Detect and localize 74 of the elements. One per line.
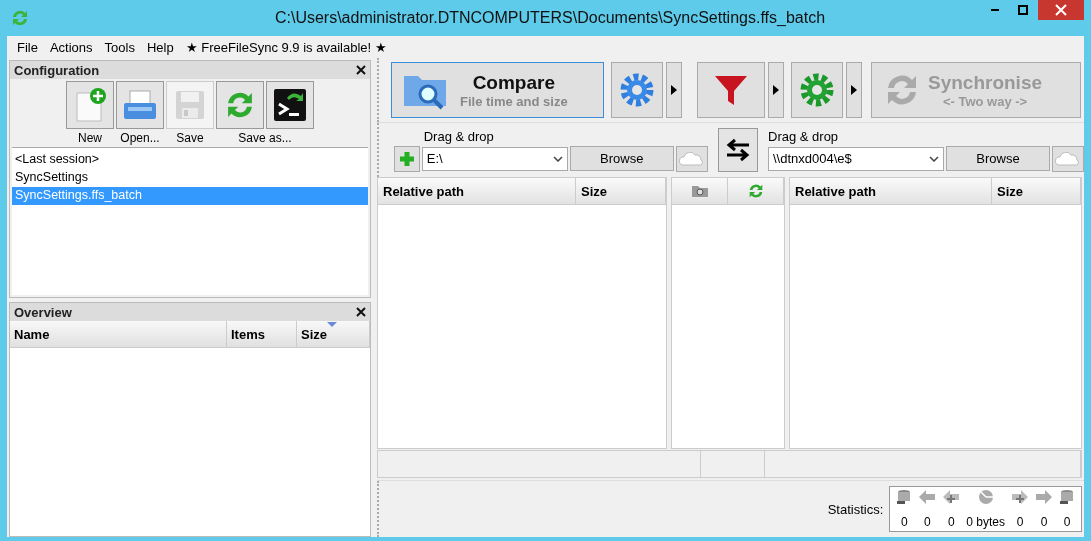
new-file-icon [73, 87, 107, 123]
column-header[interactable]: Size [576, 178, 666, 204]
save-as-button[interactable] [266, 81, 314, 129]
close-icon[interactable] [356, 65, 366, 75]
column-header[interactable]: Items [227, 321, 297, 347]
menu-item[interactable]: Actions [43, 39, 99, 55]
chevron-down-icon [929, 155, 939, 162]
statistic-value: 0 [1063, 515, 1071, 529]
menu-item[interactable]: Help [140, 39, 180, 55]
panel-title: Configuration [14, 62, 100, 78]
open-button[interactable] [116, 81, 164, 129]
toolbar-label: Save as... [237, 130, 293, 145]
cloud-icon [1055, 151, 1081, 166]
panel-title: Overview [14, 304, 72, 320]
statistic-value: 0 [1040, 515, 1048, 529]
cylinder-minus-icon [896, 489, 913, 505]
column-header[interactable]: Size [992, 178, 1081, 204]
column-header[interactable]: Name [10, 321, 227, 347]
cloud-icon [678, 151, 705, 166]
config-list-item[interactable]: SyncSettings [12, 169, 368, 187]
config-list-item[interactable]: <Last session> [12, 151, 368, 169]
close-icon[interactable] [356, 307, 366, 317]
sync-arrows-icon [10, 8, 30, 28]
menu-item[interactable]: File [11, 39, 44, 55]
swap-sides-button[interactable] [717, 128, 758, 172]
toolbar-label: Open... [119, 130, 161, 145]
pie-icon [977, 489, 994, 505]
cloud-button[interactable] [675, 145, 708, 172]
triangle-right-icon [851, 85, 857, 95]
browse-button[interactable]: Browse [946, 146, 1050, 171]
dropdown-button[interactable] [846, 62, 862, 118]
maximize-icon [1018, 5, 1028, 15]
triangle-right-icon [773, 85, 779, 95]
filter-button[interactable] [697, 62, 765, 118]
dropdown-button[interactable] [666, 62, 682, 118]
window-title: C:\Users\administrator.DTNCOMPUTERS\Documents\SyncSettings.ffs_batch [273, 9, 827, 27]
minimize-icon [991, 9, 999, 11]
statistic-value: 0 [900, 515, 908, 529]
dropdown-button[interactable] [768, 62, 784, 118]
drag-drop-label: Drag & drop [422, 128, 495, 144]
arrow-plus-icon [942, 489, 961, 505]
swap-arrows-icon [724, 137, 751, 163]
terminal-icon [273, 88, 307, 122]
column-header[interactable]: Relative path [790, 178, 992, 204]
column-header[interactable]: Size [297, 321, 370, 347]
update-notice-link[interactable]: ★ FreeFileSync 9.9 is available! ★ [179, 39, 393, 55]
arrow-icon [1035, 489, 1053, 505]
statistic-value: 0 [1016, 515, 1024, 529]
column-header[interactable]: Relative path [378, 178, 576, 204]
arrow-plus-icon [1011, 489, 1029, 505]
statistic-value: 0 [923, 515, 931, 529]
printer-tray-icon [122, 89, 158, 121]
statistic-value: 0 bytes [966, 515, 1005, 529]
statistic-value: 0 [947, 515, 955, 529]
menu-item[interactable]: Tools [98, 39, 141, 55]
toolbar-label: Save [175, 130, 205, 145]
drag-drop-label: Drag & drop [768, 128, 840, 144]
folder-search-icon [690, 184, 709, 198]
add-folder-pair-button[interactable] [393, 145, 420, 172]
cloud-button[interactable] [1052, 145, 1084, 172]
toolbar-label: New [77, 130, 103, 145]
compare-button[interactable]: Compare File time and size [391, 62, 604, 118]
close-icon [1055, 4, 1067, 16]
chevron-down-icon [552, 155, 563, 162]
folder-path-field[interactable]: \\dtnxd004\e$ [768, 146, 944, 171]
statistics-label: Statistics: [827, 501, 884, 517]
arrow-icon [918, 489, 937, 505]
browse-button[interactable]: Browse [569, 146, 674, 171]
plus-icon [398, 150, 415, 167]
cylinder-minus-icon [1059, 489, 1075, 505]
triangle-right-icon [671, 85, 677, 95]
close-button[interactable] [1038, 0, 1084, 20]
new-button[interactable] [66, 81, 114, 129]
folder-path-field[interactable]: E:\ [421, 146, 568, 171]
